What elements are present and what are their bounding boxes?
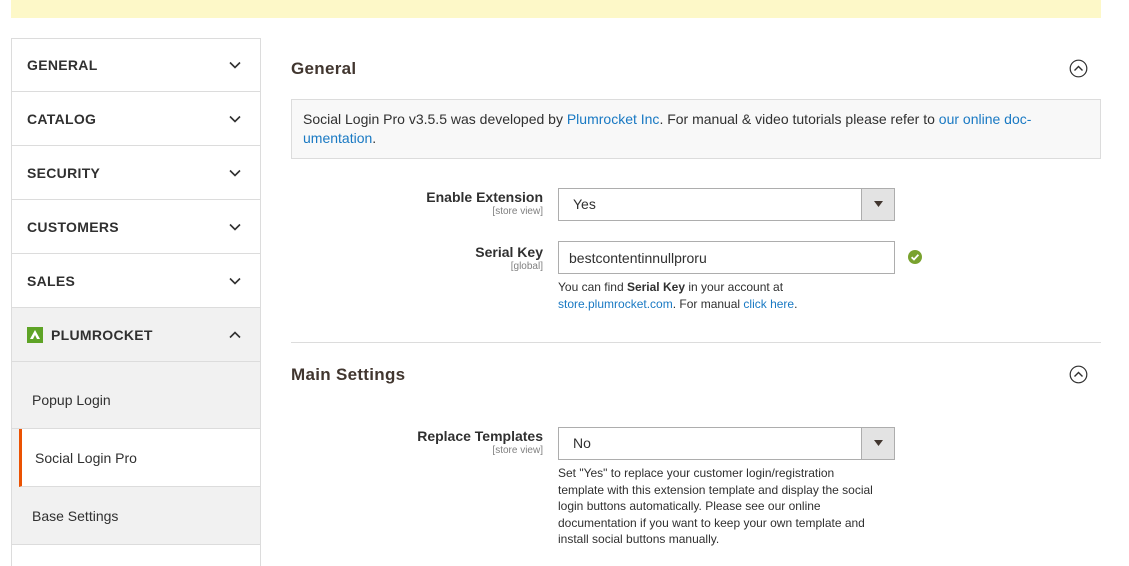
chevron-up-icon bbox=[228, 328, 242, 342]
sidebar-section-sales[interactable]: SALES bbox=[12, 254, 260, 308]
vendor-link[interactable]: Plumrocket Inc bbox=[567, 111, 660, 127]
replace-templates-note: Set "Yes" to replace your customer login… bbox=[558, 465, 898, 548]
chevron-down-icon bbox=[228, 166, 242, 180]
serial-key-input[interactable] bbox=[558, 241, 895, 274]
select-arrow bbox=[861, 428, 894, 459]
info-text: Social Login Pro v3.5.5 was developed by bbox=[303, 111, 567, 127]
info-text: . bbox=[372, 130, 377, 146]
main-settings-section-header[interactable]: Main Settings bbox=[291, 355, 1101, 395]
sidebar-section-label: CATALOG bbox=[27, 110, 97, 127]
field-label-text: Enable Extension bbox=[426, 189, 543, 205]
note-text: documentation if you want to keep your o… bbox=[558, 515, 865, 530]
serial-key-label: Serial Key [global] bbox=[291, 244, 543, 272]
plumrocket-submenu: Popup Login Social Login Pro Base Settin… bbox=[12, 362, 260, 545]
plumrocket-logo-icon bbox=[27, 326, 43, 343]
note-text: install social buttons manually. bbox=[558, 532, 720, 546]
extension-info-box: Social Login Pro v3.5.5 was developed by… bbox=[291, 99, 1101, 159]
triangle-down-icon bbox=[874, 201, 883, 207]
chevron-down-icon bbox=[228, 58, 242, 72]
note-bold-text: Serial Key bbox=[626, 280, 685, 294]
sidebar-item-label: Base Settings bbox=[32, 507, 119, 524]
section-title: Main Settings bbox=[291, 365, 406, 384]
enable-extension-label: Enable Extension [store view] bbox=[291, 189, 543, 217]
sidebar-section-label: CUSTOMERS bbox=[27, 218, 119, 235]
config-sidebar: GENERAL CATALOG SECURITY CUSTOMERS SALES… bbox=[11, 38, 261, 566]
collapse-circle-icon[interactable] bbox=[1069, 59, 1088, 78]
info-text: . For manual & video tutorials please re… bbox=[659, 111, 939, 127]
note-text: . bbox=[794, 296, 798, 311]
sidebar-section-label: SECURITY bbox=[27, 164, 101, 181]
section-divider bbox=[291, 342, 1101, 343]
sidebar-item-base-settings[interactable]: Base Settings bbox=[12, 487, 260, 545]
sidebar-section-label: SALES bbox=[27, 272, 76, 289]
chevron-down-icon bbox=[228, 274, 242, 288]
sidebar-item-social-login-pro[interactable]: Social Login Pro bbox=[19, 429, 260, 487]
store-link[interactable]: store.plumrocket.com bbox=[558, 297, 673, 311]
replace-templates-select[interactable]: No bbox=[558, 427, 895, 460]
note-text: You can find bbox=[558, 280, 627, 294]
chevron-down-icon bbox=[228, 112, 242, 126]
field-label-text: Serial Key bbox=[475, 244, 543, 260]
section-title: General bbox=[291, 59, 357, 78]
general-section-header[interactable]: General bbox=[291, 49, 1101, 89]
manual-link[interactable]: click here bbox=[743, 297, 794, 311]
field-scope: [store view] bbox=[492, 206, 543, 217]
field-scope: [store view] bbox=[492, 445, 543, 456]
note-text: in your account at bbox=[685, 280, 784, 294]
serial-key-note: You can find Serial Key in your account … bbox=[558, 279, 898, 312]
sidebar-item-label: Popup Login bbox=[32, 392, 111, 408]
note-text: . For manual bbox=[672, 296, 744, 311]
note-text: template with this extension template an… bbox=[558, 482, 873, 497]
field-scope: [global] bbox=[510, 261, 543, 272]
replace-templates-label: Replace Templates [store view] bbox=[291, 428, 543, 456]
select-value: No bbox=[573, 435, 591, 451]
sidebar-section-customers[interactable]: CUSTOMERS bbox=[12, 200, 260, 254]
main-content: General Social Login Pro v3.5.5 was deve… bbox=[291, 0, 1101, 566]
sidebar-section-plumrocket[interactable]: PLUMROCKET bbox=[12, 308, 260, 362]
enable-extension-select[interactable]: Yes bbox=[558, 188, 895, 221]
collapse-circle-icon[interactable] bbox=[1069, 365, 1088, 384]
sidebar-section-label: GENERAL bbox=[27, 57, 98, 73]
documentation-link[interactable]: umentation bbox=[303, 130, 372, 146]
sidebar-item-label: Social Login Pro bbox=[35, 449, 137, 466]
select-arrow bbox=[861, 189, 894, 220]
sidebar-item-popup-login[interactable]: Popup Login bbox=[12, 362, 260, 429]
field-label-text: Replace Templates bbox=[417, 428, 543, 444]
check-success-icon bbox=[908, 250, 922, 264]
chevron-down-icon bbox=[228, 220, 242, 234]
sidebar-section-general[interactable]: GENERAL bbox=[12, 39, 260, 92]
sidebar-section-label: PLUMROCKET bbox=[51, 326, 153, 343]
sidebar-section-catalog[interactable]: CATALOG bbox=[12, 92, 260, 146]
note-text: login buttons automatically. Please see … bbox=[558, 499, 821, 513]
select-value: Yes bbox=[573, 196, 596, 212]
documentation-link[interactable]: our online doc- bbox=[939, 111, 1032, 127]
triangle-down-icon bbox=[874, 440, 883, 446]
note-text: Set "Yes" to replace your customer login… bbox=[558, 466, 835, 480]
sidebar-section-security[interactable]: SECURITY bbox=[12, 146, 260, 200]
